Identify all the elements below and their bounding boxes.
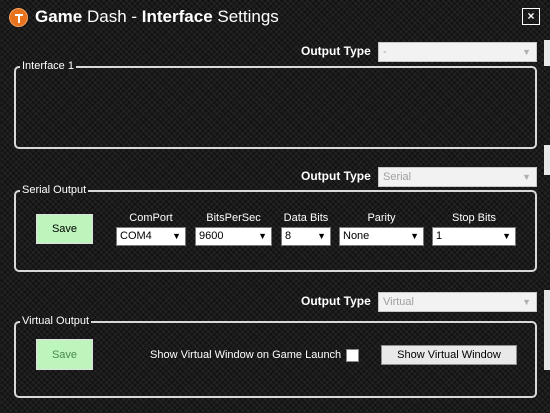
chevron-down-icon: ▼ xyxy=(502,231,511,241)
serial-output-group-title: Serial Output xyxy=(20,184,89,196)
app-logo-icon xyxy=(9,8,28,27)
chevron-down-icon: ▼ xyxy=(522,47,531,57)
serial-output-type-label: Output Type xyxy=(301,169,371,183)
chevron-down-icon: ▼ xyxy=(522,297,531,307)
virtual-output-group-title: Virtual Output xyxy=(20,315,92,327)
parity-select[interactable]: None ▼ xyxy=(339,227,424,246)
comport-label: ComPort xyxy=(129,212,173,224)
parity-label: Parity xyxy=(367,212,396,224)
interface1-group-title: Interface 1 xyxy=(20,60,76,72)
chevron-down-icon: ▼ xyxy=(522,172,531,182)
scrollbar-fragment[interactable] xyxy=(544,40,550,66)
chevron-down-icon: ▼ xyxy=(258,231,267,241)
databits-label: Data Bits xyxy=(283,212,329,224)
show-virtual-window-button[interactable]: Show Virtual Window xyxy=(381,345,517,365)
serial-output-type-select[interactable]: Serial ▼ xyxy=(378,167,537,187)
comport-select[interactable]: COM4 ▼ xyxy=(116,227,186,246)
bitspersec-select[interactable]: 9600 ▼ xyxy=(195,227,272,246)
chevron-down-icon: ▼ xyxy=(317,231,326,241)
scrollbar-fragment[interactable] xyxy=(544,290,550,370)
databits-select[interactable]: 8 ▼ xyxy=(281,227,331,246)
show-on-launch-checkbox[interactable] xyxy=(346,349,359,362)
bitspersec-label: BitsPerSec xyxy=(206,212,261,224)
stopbits-select[interactable]: 1 ▼ xyxy=(432,227,516,246)
interface1-output-type-select[interactable]: - ▼ xyxy=(378,42,537,62)
chevron-down-icon: ▼ xyxy=(172,231,181,241)
show-on-launch-label: Show Virtual Window on Game Launch xyxy=(150,349,342,361)
virtual-output-type-select[interactable]: Virtual ▼ xyxy=(378,292,537,312)
scrollbar-fragment[interactable] xyxy=(544,145,550,175)
title-bar: Game Dash - Interface Settings × xyxy=(0,0,550,36)
interface1-output-type-label: Output Type xyxy=(301,44,371,58)
chevron-down-icon: ▼ xyxy=(410,231,419,241)
close-button[interactable]: × xyxy=(522,8,540,25)
virtual-save-button[interactable]: Save xyxy=(36,339,93,370)
interface1-group xyxy=(14,66,537,149)
virtual-output-type-label: Output Type xyxy=(301,294,371,308)
stopbits-label: Stop Bits xyxy=(451,212,497,224)
window-title: Game Dash - Interface Settings xyxy=(35,7,279,26)
serial-save-button[interactable]: Save xyxy=(36,214,93,244)
